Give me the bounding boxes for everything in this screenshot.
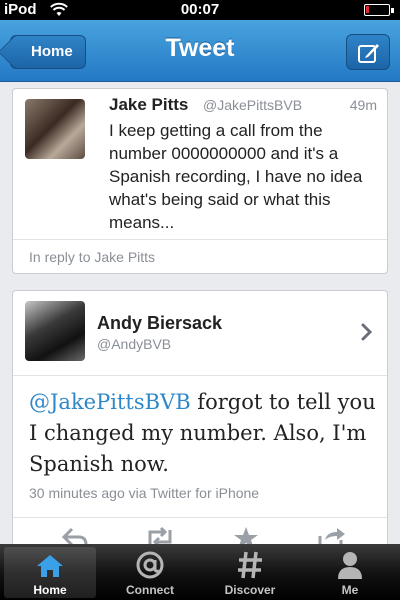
- avatar[interactable]: [25, 301, 85, 361]
- tab-label: Connect: [126, 583, 174, 597]
- tab-me[interactable]: Me: [300, 544, 400, 600]
- tab-label: Home: [33, 583, 67, 597]
- clock: 00:07: [180, 1, 220, 18]
- tab-home[interactable]: Home: [4, 547, 96, 598]
- hashtag-icon: [238, 551, 262, 579]
- tab-discover[interactable]: Discover: [200, 544, 300, 600]
- tab-bar: Home Connect Discover Me: [0, 544, 400, 600]
- reply-context[interactable]: In reply to Jake Pitts: [29, 249, 155, 265]
- divider: [13, 375, 387, 376]
- battery-icon: [364, 4, 394, 16]
- author-name: Andy Biersack: [97, 313, 223, 333]
- tab-label: Discover: [224, 583, 276, 597]
- main-tweet: Andy Biersack @AndyBVB @JakePittsBVB for…: [12, 290, 388, 550]
- compose-icon: [358, 44, 379, 63]
- chevron-right-icon: [361, 323, 373, 341]
- tweet-timestamp: 49m: [349, 97, 377, 113]
- status-bar: iPod 00:07: [0, 0, 400, 20]
- avatar[interactable]: [25, 99, 85, 159]
- person-icon: [338, 552, 362, 579]
- at-sign-icon: [136, 551, 164, 579]
- tweet-text: @JakePittsBVB forgot to tell you I chang…: [29, 387, 379, 480]
- mention-link[interactable]: @JakePittsBVB: [29, 390, 191, 414]
- divider: [13, 239, 387, 240]
- home-icon: [37, 555, 63, 577]
- compose-button[interactable]: [346, 34, 390, 70]
- author-name: Jake Pitts: [109, 95, 189, 114]
- in-reply-to-tweet[interactable]: Jake Pitts @JakePittsBVB 49m I keep gett…: [12, 88, 388, 274]
- navigation-bar: Home Tweet: [0, 20, 400, 82]
- tweet-meta: 30 minutes ago via Twitter for iPhone: [29, 485, 260, 501]
- tab-label: Me: [341, 583, 359, 597]
- tweet-text: I keep getting a call from the number 00…: [109, 121, 363, 232]
- tab-connect[interactable]: Connect: [100, 544, 200, 600]
- page-title: Tweet: [165, 34, 235, 62]
- author-handle: @JakePittsBVB: [203, 97, 303, 113]
- author-handle: @AndyBVB: [97, 336, 172, 352]
- profile-header[interactable]: Andy Biersack @AndyBVB: [13, 291, 387, 375]
